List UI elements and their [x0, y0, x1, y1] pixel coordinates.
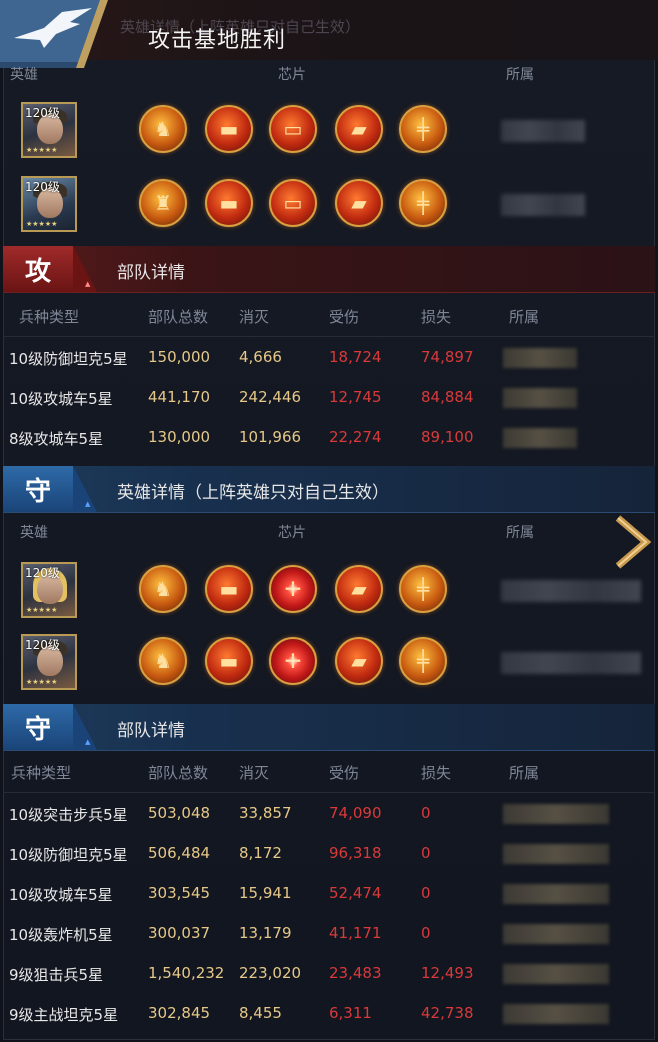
- col-hero: 英雄: [20, 525, 48, 541]
- truck-chip-icon[interactable]: ▰: [335, 565, 383, 613]
- truck-chip-icon[interactable]: ▰: [335, 179, 383, 227]
- owner-blurred: [503, 388, 577, 408]
- hero-level: 120级: [25, 180, 60, 194]
- gun-chip-icon[interactable]: ╪: [399, 179, 447, 227]
- owner-blurred: [503, 884, 609, 904]
- defense-hero-row[interactable]: 120级 ★★★★★ ♞ ▬ ✛ ▰ ╪: [3, 628, 655, 694]
- hero-level: 120级: [25, 638, 60, 652]
- gun-chip-icon[interactable]: ╪: [399, 637, 447, 685]
- hero-avatar[interactable]: 120级 ★★★★★: [21, 176, 77, 232]
- hero-level: 120级: [25, 566, 60, 580]
- col-owner: 所属: [506, 525, 534, 541]
- owner-blurred: [503, 844, 609, 864]
- eagle-logo-icon: [0, 0, 108, 68]
- target-chip-icon[interactable]: ✛: [269, 565, 317, 613]
- hero-avatar[interactable]: 120级 ★★★★★: [21, 634, 77, 690]
- defense-troops-header: 兵种类型 部队总数 消灭 受伤 损失 所属: [11, 764, 540, 782]
- attack-badge: 攻: [3, 246, 73, 292]
- gun-chip-icon[interactable]: ╪: [399, 565, 447, 613]
- table-row[interactable]: 10级突击步兵5星 503,048 33,857 74,090 0: [3, 794, 655, 834]
- soldier-chip-icon[interactable]: ♞: [139, 105, 187, 153]
- target-chip-icon[interactable]: ✛: [269, 637, 317, 685]
- table-row[interactable]: 10级轰炸机5星 300,037 13,179 41,171 0: [3, 914, 655, 954]
- caret-icon: ▲: [85, 500, 91, 508]
- tank-chip-icon[interactable]: ▬: [205, 637, 253, 685]
- tank-chip-icon[interactable]: ▭: [269, 179, 317, 227]
- defense-badge: 守: [3, 704, 73, 750]
- attack-hero-row[interactable]: 120级 ★★★★★ ♞ ▬ ▭ ▰ ╪: [3, 96, 655, 162]
- defense-heroes-banner: 守 ▲ 英雄详情（上阵英雄只对自己生效）: [3, 466, 655, 513]
- table-row[interactable]: 10级攻城车5星 441,170 242,446 12,745 84,884: [3, 378, 655, 418]
- table-row[interactable]: 9级主战坦克5星 302,845 8,455 6,311 42,738: [3, 994, 655, 1034]
- owner-blurred: [501, 652, 641, 674]
- table-row[interactable]: 10级防御坦克5星 506,484 8,172 96,318 0: [3, 834, 655, 874]
- owner-blurred: [503, 804, 609, 824]
- defense-hero-row[interactable]: 120级 ★★★★★ ♞ ▬ ✛ ▰ ╪: [3, 556, 655, 622]
- owner-blurred: [503, 1004, 609, 1024]
- hero-stars-icon: ★★★★★: [26, 606, 58, 614]
- table-row[interactable]: 10级攻城车5星 303,545 15,941 52,474 0: [3, 874, 655, 914]
- col-hero: 英雄: [10, 67, 38, 83]
- soldier-chip-icon[interactable]: ♞: [139, 565, 187, 613]
- section-title: 部队详情: [117, 721, 185, 741]
- table-row[interactable]: 10级防御坦克5星 150,000 4,666 18,724 74,897: [3, 338, 655, 378]
- col-owner: 所属: [506, 67, 534, 83]
- section-title: 英雄详情（上阵英雄只对自己生效）: [117, 483, 389, 503]
- hero-stars-icon: ★★★★★: [26, 678, 58, 686]
- owner-blurred: [503, 348, 577, 368]
- soldier-chip-icon[interactable]: ♞: [139, 637, 187, 685]
- col-chip: 芯片: [278, 525, 306, 541]
- tank-chip-icon[interactable]: ▭: [269, 105, 317, 153]
- hero-avatar[interactable]: 120级 ★★★★★: [21, 562, 77, 618]
- tank-chip-icon[interactable]: ▬: [205, 565, 253, 613]
- attack-troops-banner: 攻 ▲ 部队详情: [3, 246, 655, 293]
- table-row[interactable]: 9级狙击兵5星 1,540,232 223,020 23,483 12,493: [3, 954, 655, 994]
- table-row[interactable]: 8级攻城车5星 130,000 101,966 22,274 89,100: [3, 418, 655, 458]
- hero-stars-icon: ★★★★★: [26, 220, 58, 228]
- owner-blurred: [503, 428, 577, 448]
- hero-avatar[interactable]: 120级 ★★★★★: [21, 102, 77, 158]
- section-title: 部队详情: [117, 263, 185, 283]
- owner-blurred: [503, 924, 609, 944]
- attack-troops-header: 兵种类型 部队总数 消灭 受伤 损失 所属: [19, 308, 540, 326]
- owner-blurred: [501, 194, 585, 216]
- page-title: 攻击基地胜利: [148, 28, 287, 53]
- tank-chip-icon[interactable]: ▬: [205, 179, 253, 227]
- hero-stars-icon: ★★★★★: [26, 146, 58, 154]
- truck-chip-icon[interactable]: ▰: [335, 105, 383, 153]
- defense-troops-banner: 守 ▲ 部队详情: [3, 704, 655, 751]
- tank-chip-icon[interactable]: ▬: [205, 105, 253, 153]
- defense-badge: 守: [3, 466, 73, 512]
- gun-chip-icon[interactable]: ╪: [399, 105, 447, 153]
- hero-level: 120级: [25, 106, 60, 120]
- caret-icon: ▲: [85, 280, 91, 288]
- owner-blurred: [503, 964, 609, 984]
- truck-chip-icon[interactable]: ▰: [335, 637, 383, 685]
- owner-blurred: [501, 580, 641, 602]
- soldier-chip-icon[interactable]: ♜: [139, 179, 187, 227]
- owner-blurred: [501, 120, 585, 142]
- col-chip: 芯片: [278, 67, 306, 83]
- caret-icon: ▲: [85, 738, 91, 746]
- attack-hero-row[interactable]: 120级 ★★★★★ ♜ ▬ ▭ ▰ ╪: [3, 170, 655, 236]
